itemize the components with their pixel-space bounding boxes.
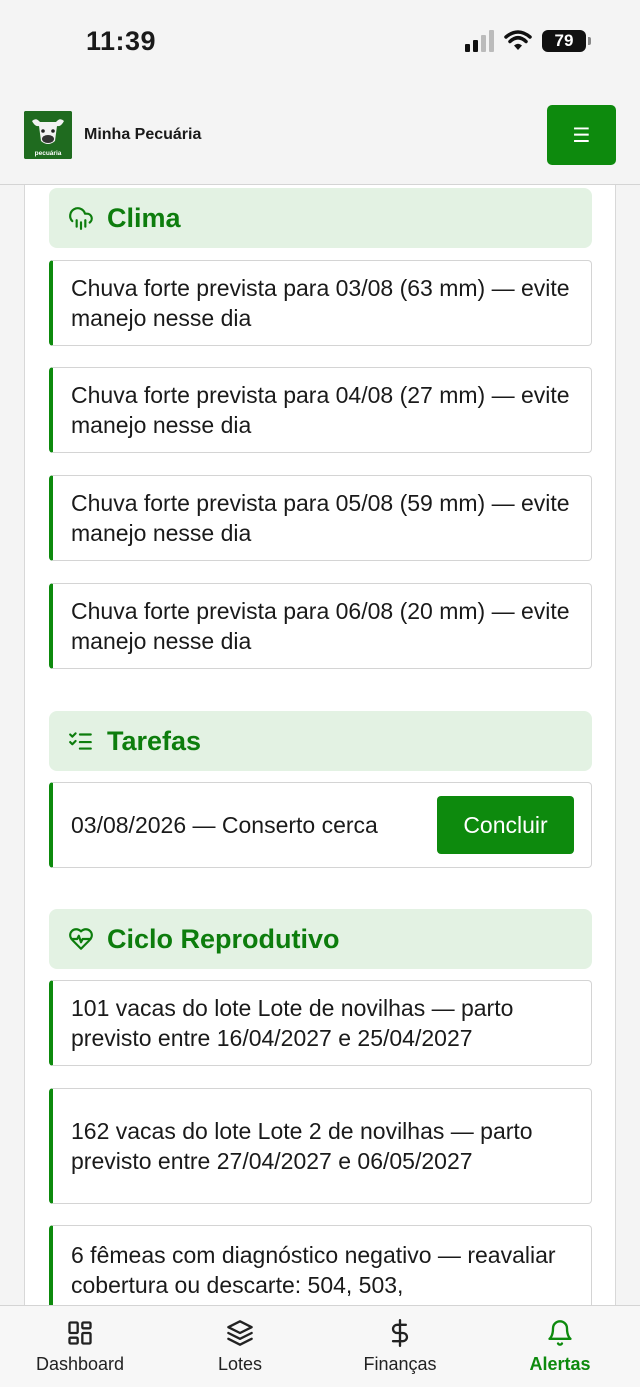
battery-icon: 79 (542, 30, 591, 52)
alert-text: Chuva forte prevista para 03/08 (63 mm) … (71, 275, 570, 331)
alert-text: Chuva forte prevista para 05/08 (59 mm) … (71, 490, 570, 546)
section-ciclo-header: Ciclo Reprodutivo (49, 909, 592, 969)
conclude-button[interactable]: Concluir (437, 796, 574, 854)
app-title: Minha Pecuária (84, 126, 202, 143)
alert-card: 6 fêmeas com diagnóstico negativo — reav… (49, 1225, 592, 1305)
heart-pulse-icon (67, 925, 95, 953)
wifi-icon (504, 30, 532, 50)
section-title: Ciclo Reprodutivo (107, 923, 340, 954)
nav-lotes[interactable]: Lotes (160, 1306, 320, 1387)
layers-icon (225, 1318, 255, 1348)
alert-text: Chuva forte prevista para 04/08 (27 mm) … (71, 382, 570, 438)
bell-icon (545, 1318, 575, 1348)
alerts-content: Clima Chuva forte prevista para 03/08 (6… (24, 185, 616, 1305)
alert-card: 162 vacas do lote Lote 2 de novilhas — p… (49, 1088, 592, 1204)
cellular-signal-icon (465, 30, 494, 52)
app-logo: pecuária (24, 111, 72, 159)
alert-card: Chuva forte prevista para 06/08 (20 mm) … (49, 583, 592, 669)
menu-button[interactable]: ☰ (547, 105, 616, 165)
dollar-icon (385, 1318, 415, 1348)
nav-alertas[interactable]: Alertas (480, 1306, 640, 1387)
nav-dashboard[interactable]: Dashboard (0, 1306, 160, 1387)
nav-financas[interactable]: Finanças (320, 1306, 480, 1387)
hamburger-icon: ☰ (572, 124, 591, 147)
task-text: 03/08/2026 — Conserto cerca (71, 812, 378, 838)
alert-text: Chuva forte prevista para 06/08 (20 mm) … (71, 598, 570, 654)
section-clima-header: Clima (49, 188, 592, 248)
cow-logo-icon: pecuária (24, 111, 72, 159)
bottom-nav: Dashboard Lotes Finanças Alertas (0, 1305, 640, 1387)
section-title: Clima (107, 202, 181, 233)
section-tarefas-header: Tarefas (49, 711, 592, 771)
nav-label: Dashboard (35, 1354, 125, 1374)
alert-text: 6 fêmeas com diagnóstico negativo — reav… (71, 1242, 556, 1298)
alert-text: 101 vacas do lote Lote de novilhas — par… (71, 995, 514, 1051)
checklist-icon (67, 727, 95, 755)
app-header: pecuária Minha Pecuária ☰ (0, 90, 640, 185)
nav-label: Lotes (217, 1354, 263, 1374)
status-time: 11:39 (86, 26, 157, 56)
alert-text: 162 vacas do lote Lote 2 de novilhas — p… (71, 1118, 533, 1174)
alert-card: Chuva forte prevista para 03/08 (63 mm) … (49, 260, 592, 346)
alert-card: 101 vacas do lote Lote de novilhas — par… (49, 980, 592, 1066)
cloud-rain-icon (67, 204, 95, 232)
alert-card: Chuva forte prevista para 04/08 (27 mm) … (49, 367, 592, 453)
task-card: 03/08/2026 — Conserto cerca Concluir (49, 782, 592, 868)
nav-label: Finanças (363, 1354, 437, 1374)
section-title: Tarefas (107, 725, 202, 756)
svg-text:pecuária: pecuária (35, 150, 62, 157)
alert-card: Chuva forte prevista para 05/08 (59 mm) … (49, 475, 592, 561)
dashboard-icon (65, 1318, 95, 1348)
nav-label: Alertas (529, 1354, 591, 1374)
status-bar: 11:39 79 (0, 0, 640, 90)
status-icons: 79 (465, 30, 591, 52)
